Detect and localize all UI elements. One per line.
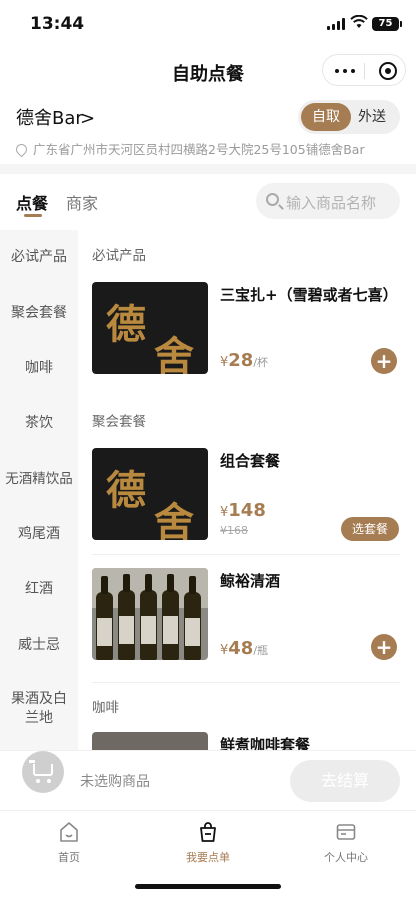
product-price: ¥28/杯 <box>220 350 269 371</box>
category-sidebar: 必试产品 聚会套餐 咖啡 茶饮 无酒精饮品 鸡尾酒 红酒 威士忌 果酒及白兰地 <box>0 230 78 750</box>
search-input[interactable]: 输入商品名称 <box>256 183 400 219</box>
product-name[interactable]: 鲸裕清酒 <box>220 570 280 591</box>
category-item[interactable]: 红酒 <box>0 580 78 599</box>
location-pin-icon <box>13 141 30 158</box>
product-image[interactable] <box>92 568 208 660</box>
tabbar-order[interactable]: 我要点单 <box>158 821 258 865</box>
product-name[interactable]: 组合套餐 <box>220 450 280 471</box>
more-icon[interactable] <box>335 69 355 73</box>
cart-bar: 未选购商品 去结算 <box>0 750 416 810</box>
divider <box>92 682 400 683</box>
profile-card-icon <box>336 824 356 840</box>
product-image[interactable] <box>92 732 208 750</box>
section-title: 聚会套餐 <box>92 414 146 430</box>
close-target-icon[interactable] <box>379 62 397 80</box>
category-item[interactable]: 必试产品 <box>0 248 78 267</box>
category-item[interactable]: 威士忌 <box>0 636 78 655</box>
product-image[interactable]: 德 舍 <box>92 448 208 540</box>
search-icon <box>266 193 279 206</box>
bottle-graphic <box>184 576 201 660</box>
home-icon <box>60 822 78 842</box>
search-placeholder: 输入商品名称 <box>286 194 377 212</box>
mini-program-capsule <box>322 54 406 86</box>
tab-merchant[interactable]: 商家 <box>66 190 98 214</box>
category-item[interactable]: 无酒精饮品 <box>0 470 78 489</box>
bottle-graphic <box>96 576 113 660</box>
cart-wheel <box>47 779 51 783</box>
original-price: ¥168 <box>220 524 248 537</box>
cart-icon <box>29 760 53 776</box>
logo-char: 舍 <box>154 333 194 374</box>
tabbar-label: 我要点单 <box>186 851 230 864</box>
checkout-button[interactable]: 去结算 <box>290 760 400 802</box>
cart-status: 未选购商品 <box>80 774 150 790</box>
section-gap <box>0 164 416 174</box>
store-name[interactable]: 德舍Bar <box>16 104 83 130</box>
shopping-bag-icon <box>200 822 216 842</box>
tabbar-label: 个人中心 <box>324 851 368 864</box>
logo-char: 舍 <box>154 499 194 540</box>
bottle-graphic <box>140 574 157 660</box>
logo-char: 德 <box>106 301 146 348</box>
divider <box>92 554 400 555</box>
category-item[interactable]: 咖啡 <box>0 359 78 378</box>
tabbar-home[interactable]: 首页 <box>19 821 119 865</box>
battery-icon: 75 <box>372 17 402 31</box>
tab-order[interactable]: 点餐 <box>16 190 48 214</box>
product-name[interactable]: 三宝扎+（雪碧或者七喜） <box>220 284 398 305</box>
signal-icon <box>327 18 345 30</box>
pickup-delivery-toggle: 自取 外送 <box>298 100 400 134</box>
status-time: 13:44 <box>30 14 85 34</box>
add-to-cart-button[interactable]: + <box>371 634 397 660</box>
bottle-graphic <box>118 574 135 660</box>
home-indicator <box>135 884 281 889</box>
chevron-right-icon[interactable]: > <box>80 108 95 129</box>
tabbar-profile[interactable]: 个人中心 <box>296 821 396 865</box>
pickup-button[interactable]: 自取 <box>301 103 351 131</box>
product-price: ¥148 <box>220 500 266 521</box>
product-name[interactable]: 鲜煮咖啡套餐 <box>220 734 310 750</box>
section-title: 必试产品 <box>92 248 146 264</box>
bottle-graphic <box>162 574 179 660</box>
add-to-cart-button[interactable]: + <box>371 348 397 374</box>
delivery-button[interactable]: 外送 <box>347 103 397 131</box>
category-item[interactable]: 茶饮 <box>0 414 78 433</box>
category-item[interactable]: 果酒及白兰地 <box>0 690 78 728</box>
capsule-divider <box>364 63 365 79</box>
product-price: ¥48/瓶 <box>220 638 269 659</box>
cart-wheel <box>36 779 40 783</box>
category-item[interactable]: 鸡尾酒 <box>0 525 78 544</box>
tab-underline <box>24 214 42 217</box>
store-address: 广东省广州市天河区员村四横路2号大院25号105铺德舍Bar <box>13 139 365 158</box>
section-title: 咖啡 <box>92 700 119 716</box>
product-image[interactable]: 德 舍 <box>92 282 208 374</box>
select-combo-button[interactable]: 选套餐 <box>341 517 399 541</box>
status-bar: 13:44 75 <box>0 0 416 48</box>
wifi-icon <box>350 15 368 28</box>
tabbar-label: 首页 <box>58 851 80 864</box>
product-list: 必试产品 德 舍 三宝扎+（雪碧或者七喜） ¥28/杯 + 聚会套餐 德 舍 组… <box>78 230 416 750</box>
logo-char: 德 <box>106 467 146 514</box>
cart-button[interactable] <box>22 751 64 793</box>
address-text: 广东省广州市天河区员村四横路2号大院25号105铺德舍Bar <box>33 142 365 157</box>
category-item[interactable]: 聚会套餐 <box>0 304 78 323</box>
